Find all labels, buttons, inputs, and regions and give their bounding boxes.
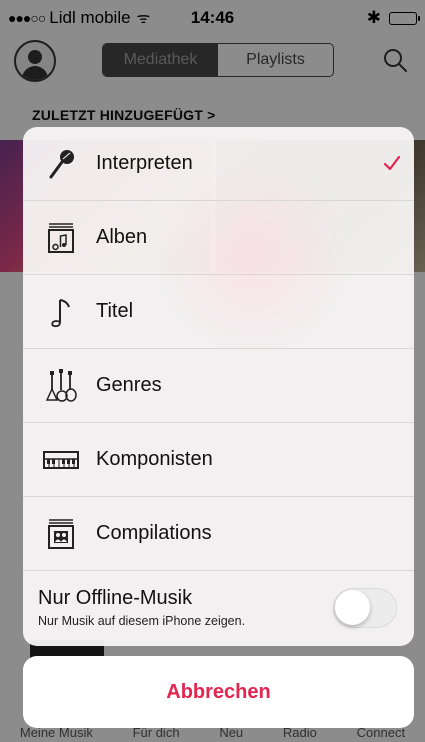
offline-music-title: Nur Offline-Musik: [38, 587, 193, 609]
offline-music-toggle[interactable]: [333, 588, 397, 628]
sheet-item-label: Genres: [96, 374, 162, 396]
checkmark-icon: [383, 155, 401, 171]
sheet-item-label: Alben: [96, 226, 148, 248]
sheet-item-komponisten[interactable]: Komponisten: [23, 423, 414, 497]
cancel-button[interactable]: Abbrechen: [23, 656, 414, 728]
sheet-item-alben[interactable]: Alben: [23, 201, 414, 275]
sheet-item-label: Compilations: [96, 522, 212, 544]
offline-music-row: Nur Offline-Musik Nur Musik auf diesem i…: [23, 571, 414, 646]
album-icon: [48, 223, 74, 253]
piano-keys-icon: [43, 451, 79, 469]
sheet-item-label: Interpreten: [96, 152, 193, 174]
music-note-icon: [51, 299, 70, 328]
sheet-item-genres[interactable]: Genres: [23, 349, 414, 423]
toggle-knob: [335, 590, 370, 625]
compilation-icon: [48, 519, 74, 549]
microphone-icon: [49, 150, 74, 179]
sheet-item-titel[interactable]: Titel: [23, 275, 414, 349]
offline-music-subtitle: Nur Musik auf diesem iPhone zeigen.: [38, 614, 246, 628]
sheet-item-compilations[interactable]: Compilations: [23, 497, 414, 571]
sheet-item-label: Komponisten: [96, 448, 213, 470]
guitars-icon: [45, 369, 77, 402]
sheet-item-interpreten[interactable]: Interpreten: [23, 127, 414, 201]
sort-action-sheet: Interpreten Alben Titel Genres Komponist…: [23, 127, 414, 646]
sheet-item-label: Titel: [96, 300, 134, 322]
